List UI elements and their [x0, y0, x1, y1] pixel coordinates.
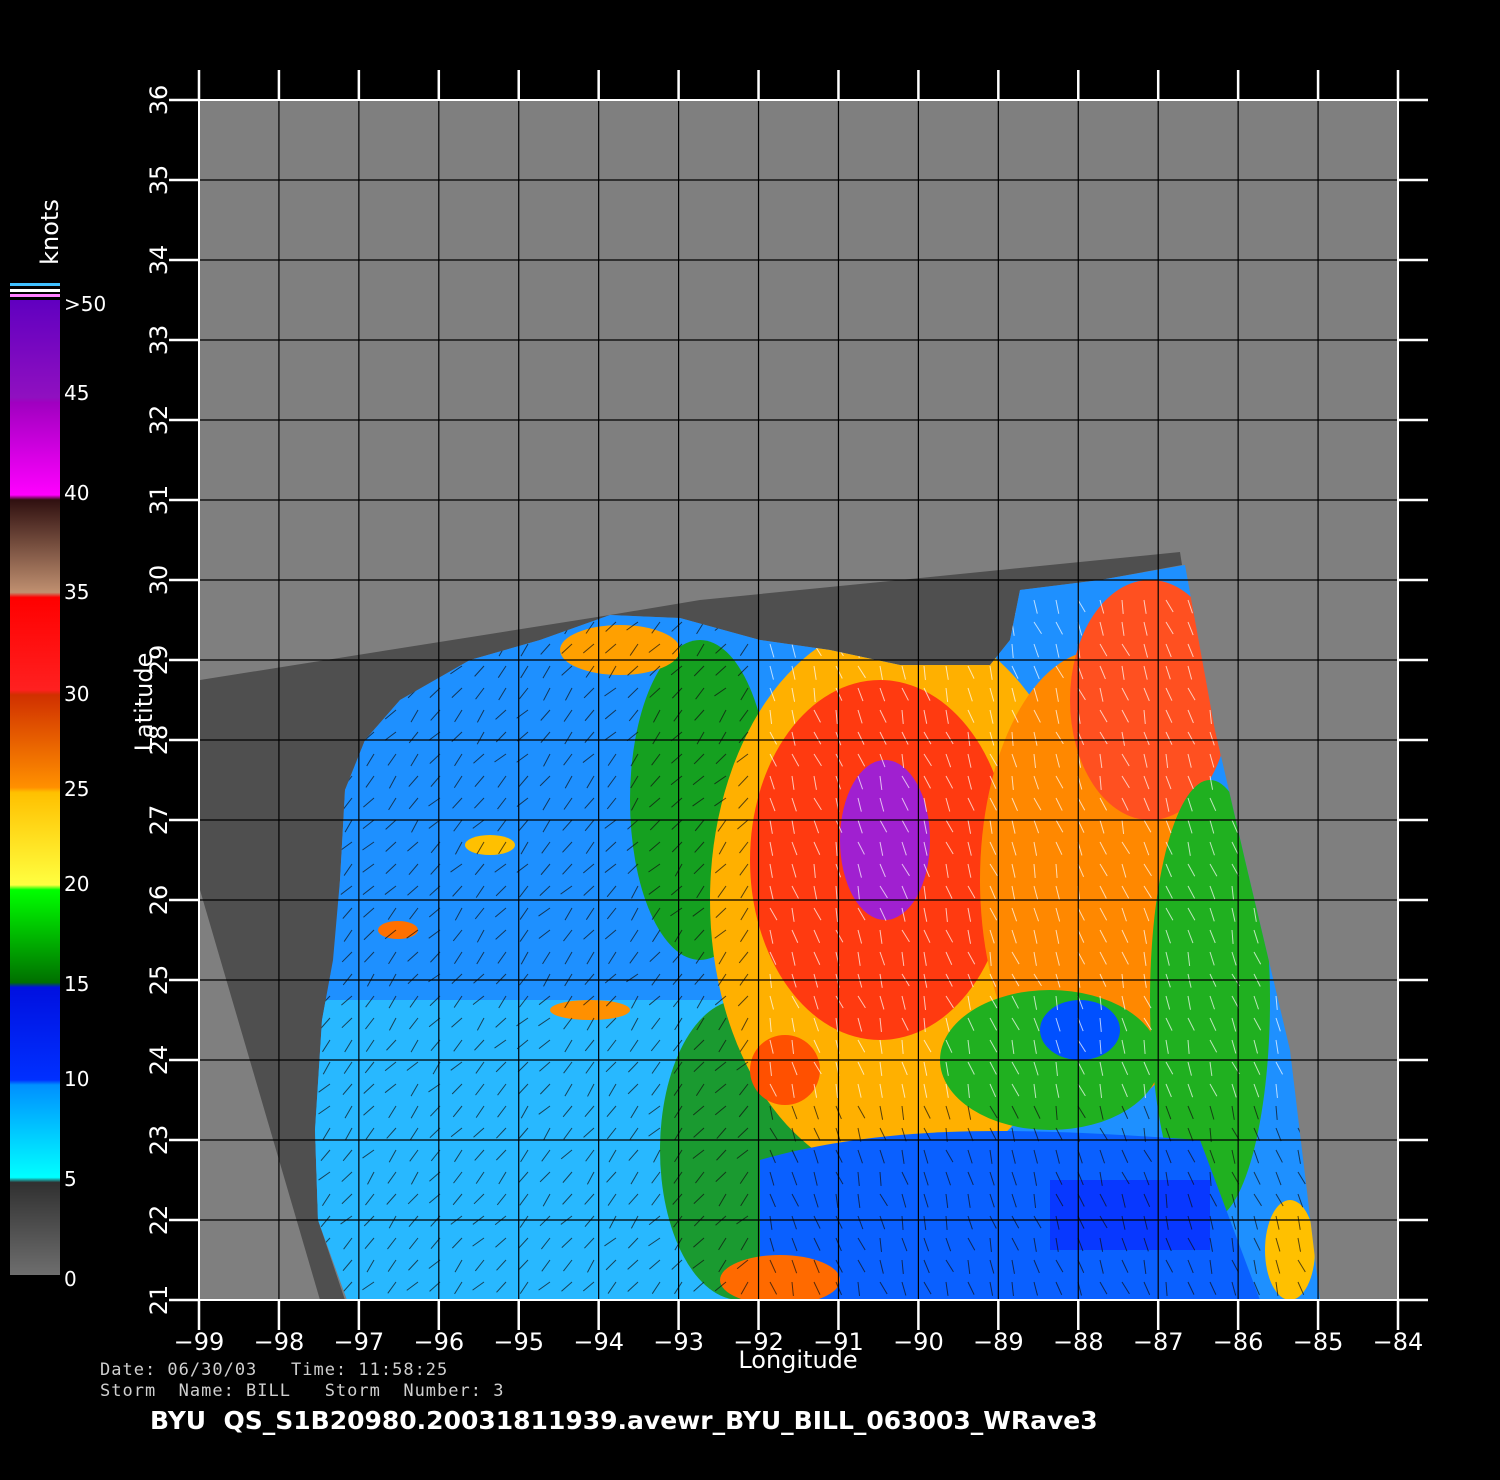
y-tick-label: 31: [145, 485, 173, 516]
x-axis-title: Longitude: [738, 1346, 857, 1374]
colorbar-top-stripe: [10, 283, 60, 286]
colorbar-label: >50: [64, 292, 107, 316]
colorbar-top-stripe: [10, 294, 60, 297]
colorbar: [10, 300, 60, 1275]
y-tick-label: 32: [145, 405, 173, 436]
x-tick-label: −98: [254, 1328, 305, 1356]
y-tick-label: 22: [145, 1205, 173, 1236]
colorbar-label: 15: [64, 972, 90, 996]
x-tick-label: −95: [493, 1328, 544, 1356]
y-tick-label: 23: [145, 1125, 173, 1156]
x-tick-label: −97: [334, 1328, 385, 1356]
wind-map: −99 −98 −97 −96 −95 −94 −93 −92 −91 −90 −89 −88 −87−…: [10, 70, 1428, 1374]
y-tick-label: 26: [145, 885, 173, 916]
x-tick-label: −94: [573, 1328, 624, 1356]
y-tick-label: 30: [145, 565, 173, 596]
date-time-line: Date: 06/30/03 Time: 11:58:25: [100, 1360, 449, 1380]
colorbar-top-stripe: [10, 289, 60, 292]
colorbar-label: 0: [64, 1267, 77, 1291]
x-tick-label: −89: [973, 1328, 1024, 1356]
colorbar-label: 10: [64, 1067, 90, 1091]
y-tick-label: 33: [145, 325, 173, 356]
y-tick-label: 34: [145, 245, 173, 276]
colorbar-label: 45: [64, 381, 90, 405]
colorbar-units: knots: [36, 199, 64, 265]
x-tick-label: −96: [413, 1328, 464, 1356]
y-tick-label: 25: [145, 965, 173, 996]
x-tick-label: −88: [1053, 1328, 1104, 1356]
x-tick-label: −87: [1133, 1328, 1184, 1356]
x-tick-label: −86: [1213, 1328, 1264, 1356]
colorbar-label: 25: [64, 777, 90, 801]
colorbar-label: 40: [64, 481, 90, 505]
x-tick-label: −93: [653, 1328, 704, 1356]
colorbar-label: 30: [64, 682, 90, 706]
x-tick-label: −84: [1373, 1328, 1424, 1356]
y-axis-title: Latitude: [130, 653, 158, 752]
colorbar-label: 5: [64, 1167, 77, 1191]
x-tick-label: −85: [1293, 1328, 1344, 1356]
x-tick-label: −99: [174, 1328, 225, 1356]
storm-name-line: Storm Name: BILL Storm Number: 3: [100, 1381, 505, 1401]
y-tick-label: 21: [145, 1285, 173, 1316]
y-tick-label: 36: [145, 85, 173, 116]
colorbar-label: 35: [64, 580, 90, 604]
y-tick-label: 24: [145, 1045, 173, 1076]
colorbar-label: 20: [64, 872, 90, 896]
product-title: BYU QS_S1B20980.20031811939.avewr_BYU_BI…: [150, 1406, 1098, 1435]
x-tick-label: −90: [893, 1328, 944, 1356]
y-tick-label: 35: [145, 165, 173, 196]
y-tick-label: 27: [145, 805, 173, 836]
